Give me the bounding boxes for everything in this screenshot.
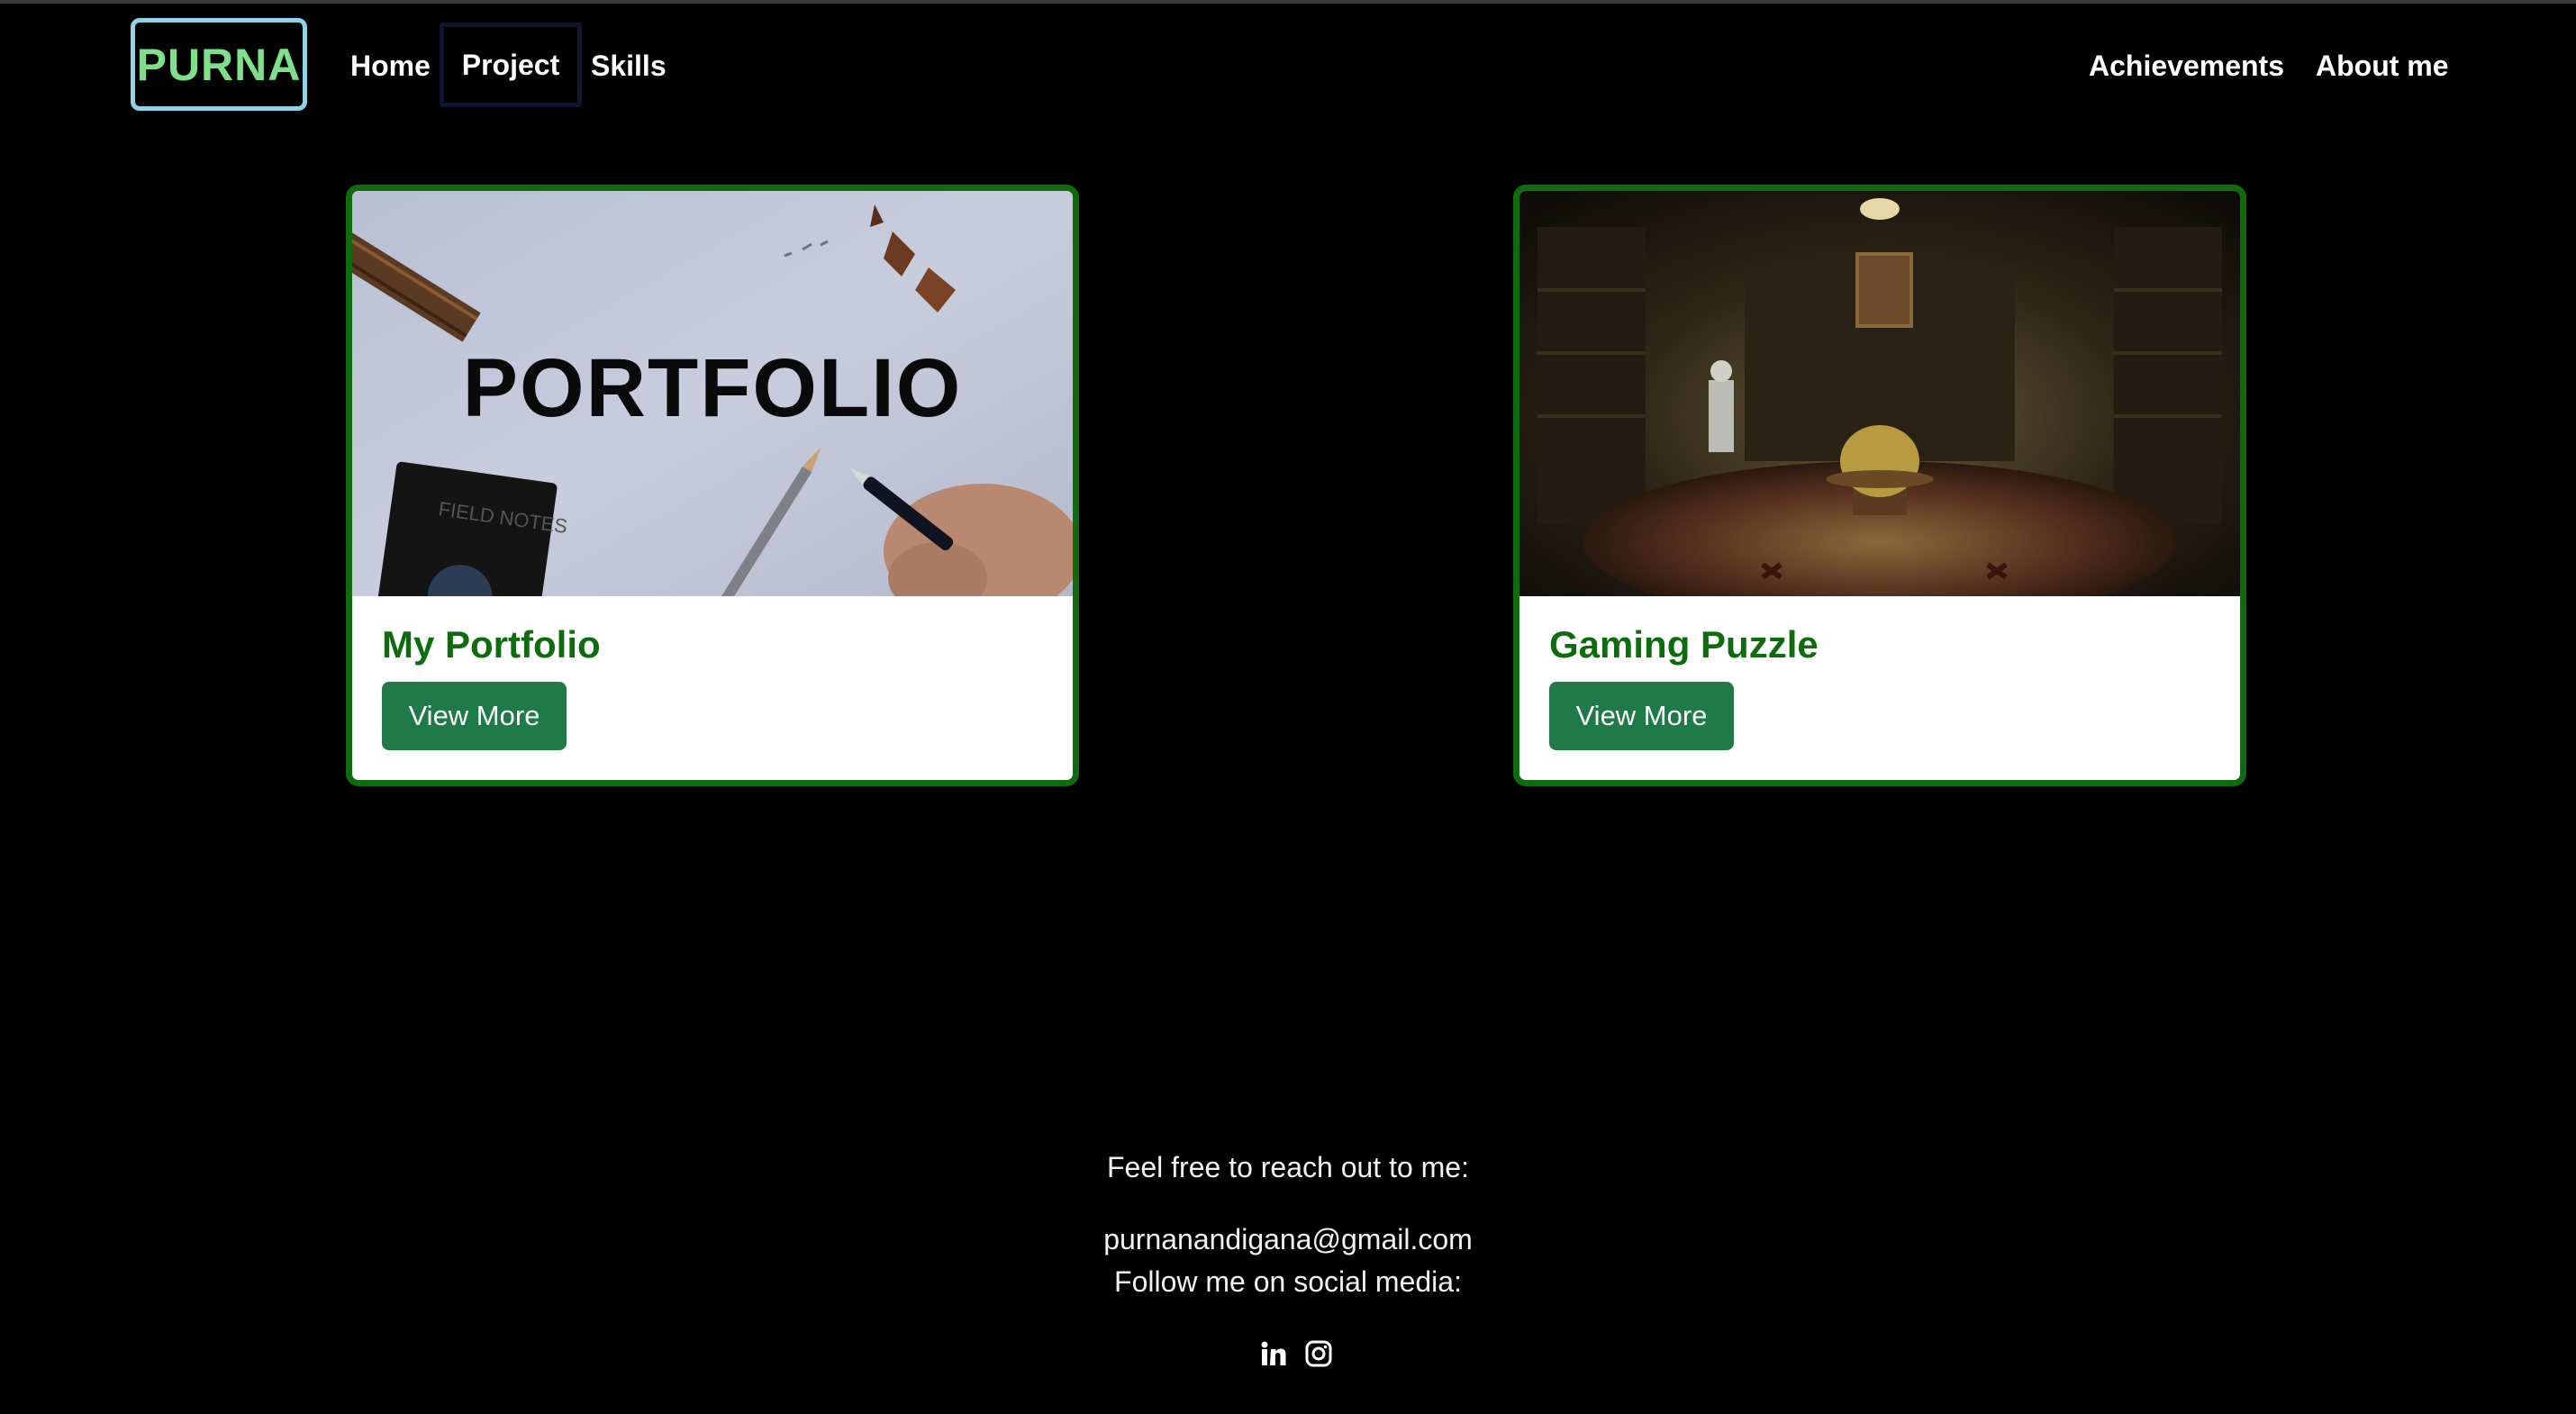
- window-top-edge: [0, 0, 2576, 4]
- linkedin-icon[interactable]: [1259, 1339, 1288, 1368]
- nav-achievements[interactable]: Achievements: [2089, 36, 2284, 95]
- social-links: [1259, 1339, 1333, 1368]
- brand-text: PURNA: [136, 39, 302, 90]
- gaming-puzzle-illustration: [1519, 191, 2240, 596]
- view-more-button[interactable]: View More: [382, 682, 567, 750]
- reach-out-text: Feel free to reach out to me:: [1107, 1151, 1469, 1183]
- follow-text: Follow me on social media:: [1114, 1265, 1462, 1298]
- instagram-icon[interactable]: [1304, 1339, 1333, 1368]
- nav-project[interactable]: Project: [440, 23, 582, 107]
- portfolio-image: FIELD NOTES PORTFOLIO: [352, 191, 1073, 596]
- nav-home[interactable]: Home: [350, 36, 431, 95]
- project-card-gaming-puzzle: Gaming Puzzle View More: [1513, 185, 2246, 786]
- nav-about-me[interactable]: About me: [2316, 36, 2449, 95]
- project-title: My Portfolio: [382, 623, 601, 666]
- portfolio-image-text: PORTFOLIO: [463, 342, 963, 434]
- contact-email[interactable]: purnanandigana@gmail.com: [0, 1223, 2576, 1256]
- nav-skills[interactable]: Skills: [591, 36, 667, 95]
- gaming-puzzle-image: [1519, 191, 2240, 596]
- project-card-portfolio: FIELD NOTES PORTFOLIO My Portfolio View …: [346, 185, 1079, 786]
- view-more-button[interactable]: View More: [1549, 682, 1734, 750]
- card-body: Gaming Puzzle View More: [1519, 596, 2240, 780]
- page: PURNA Home Project Skills Achievements A…: [0, 0, 2576, 1414]
- portfolio-illustration: FIELD NOTES PORTFOLIO: [352, 191, 1073, 596]
- card-body: My Portfolio View More: [352, 596, 1073, 780]
- project-title: Gaming Puzzle: [1549, 623, 1819, 666]
- brand-logo[interactable]: PURNA: [131, 18, 307, 111]
